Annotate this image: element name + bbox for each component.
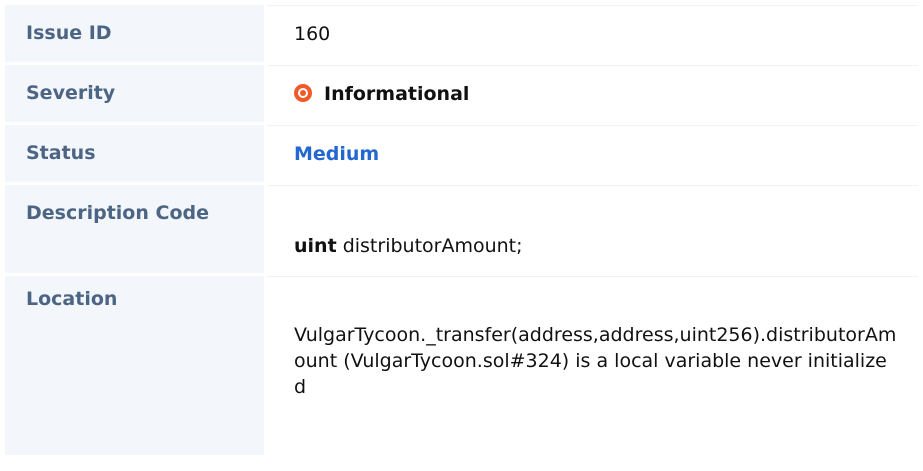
target-icon (294, 83, 312, 102)
description-code-value: uint distributorAmount; (267, 185, 918, 273)
location-value: VulgarTycoon._transfer(address,address,u… (267, 276, 918, 455)
issue-id-label: Issue ID (5, 5, 267, 62)
issue-details-table: Issue ID 160 Severity Informational Stat… (5, 5, 918, 458)
severity-row: Severity Informational (5, 65, 918, 125)
issue-id-row: Issue ID 160 (5, 5, 918, 65)
severity-value: Informational (324, 83, 470, 105)
issue-id-value: 160 (267, 5, 918, 62)
status-row: Status Medium (5, 125, 918, 185)
code-keyword: uint (294, 235, 337, 257)
location-row: Location VulgarTycoon._transfer(address,… (5, 276, 918, 458)
status-value-cell: Medium (267, 125, 918, 182)
status-value: Medium (294, 143, 380, 165)
description-code-label: Description Code (5, 185, 267, 273)
severity-label: Severity (5, 65, 267, 122)
description-code-row: Description Code uint distributorAmount; (5, 185, 918, 276)
severity-value-cell: Informational (267, 65, 918, 122)
status-label: Status (5, 125, 267, 182)
location-label: Location (5, 276, 267, 455)
code-text: distributorAmount; (336, 235, 523, 257)
